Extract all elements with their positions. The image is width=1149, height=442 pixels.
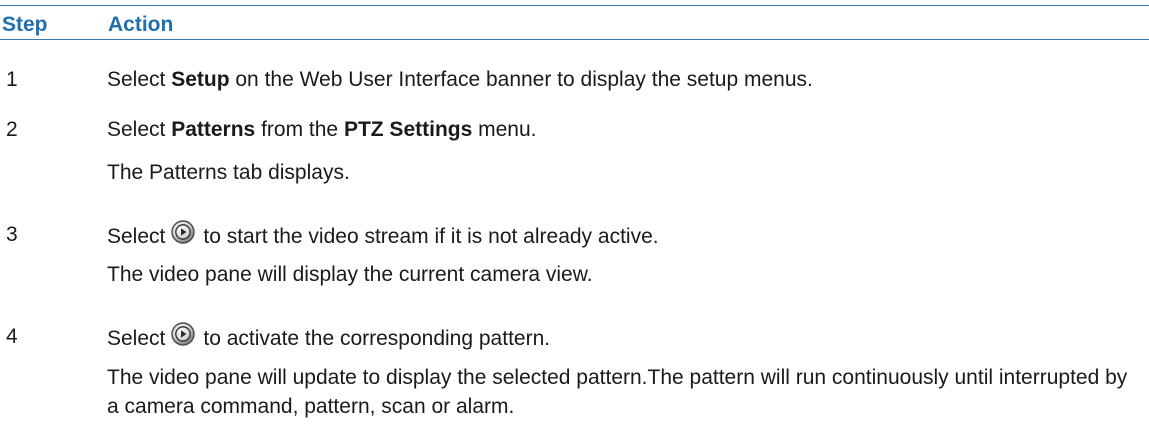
text: Select: [107, 118, 172, 141]
step-result: The video pane will update to display th…: [107, 366, 1128, 418]
text: to start the video stream if it is not a…: [203, 225, 659, 248]
text: to activate the corresponding pattern.: [203, 327, 551, 350]
text: Select: [107, 327, 166, 350]
bold-term: Setup: [171, 68, 230, 91]
step-instruction: Select Setup on the Web User Interface b…: [107, 68, 813, 92]
step-number: 4: [6, 325, 18, 348]
step-result: The video pane will display the current …: [107, 263, 593, 286]
step-instruction: Select to start the video stream if it is…: [107, 220, 659, 249]
step-number: 3: [6, 223, 18, 246]
text: from the: [255, 118, 344, 141]
play-circle-icon: [171, 322, 196, 346]
bold-term: Patterns: [171, 118, 256, 141]
step-number: 1: [6, 68, 18, 91]
step-result: The Patterns tab displays.: [107, 161, 350, 184]
procedure-table: Step Action 1 Select Setup on the Web Us…: [0, 0, 1149, 442]
text: menu.: [472, 118, 537, 141]
play-circle-icon: [171, 220, 196, 244]
header-rule: [0, 39, 1149, 40]
header-step: Step: [2, 13, 48, 36]
step-instruction: Select to activate the corresponding patt…: [107, 322, 550, 351]
text: Select: [107, 225, 166, 248]
bold-term: PTZ Settings: [343, 118, 473, 141]
table-header: Step Action: [0, 6, 1149, 40]
text: Select: [107, 68, 172, 91]
text: on the Web User Interface banner to disp…: [229, 68, 813, 91]
step-instruction: Select Patterns from the PTZ Settings me…: [107, 118, 536, 142]
step-number: 2: [6, 118, 18, 141]
header-action: Action: [108, 13, 174, 36]
